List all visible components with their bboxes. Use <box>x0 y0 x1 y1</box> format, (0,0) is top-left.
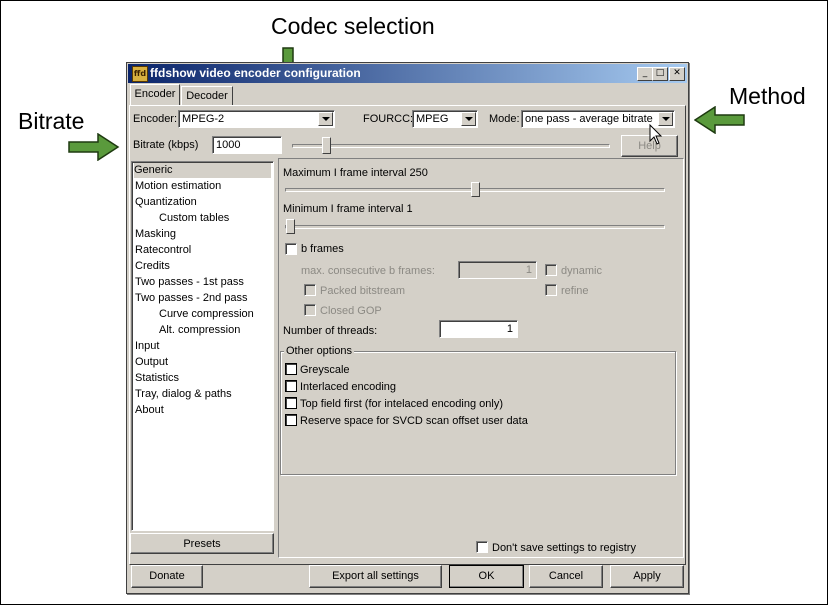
list-item[interactable]: Custom tables <box>159 211 229 226</box>
list-item[interactable]: Output <box>135 355 168 370</box>
dialog-window: ffd ffdshow video encoder configuration … <box>126 62 689 594</box>
greyscale-label: Greyscale <box>300 364 350 376</box>
annotation-codec-selection: Codec selection <box>271 13 435 39</box>
list-item[interactable]: Statistics <box>135 371 179 386</box>
list-item[interactable]: Tray, dialog & paths <box>135 387 232 402</box>
encoder-select-value: MPEG-2 <box>182 113 225 125</box>
bitrate-input[interactable]: 1000 <box>212 136 282 154</box>
minimize-icon[interactable]: _ <box>637 67 653 81</box>
encoder-label: Encoder: <box>133 113 178 125</box>
ok-button[interactable]: OK <box>449 565 524 588</box>
interlaced-label: Interlaced encoding <box>300 381 397 393</box>
tab-encoder[interactable]: Encoder <box>130 84 180 106</box>
list-item[interactable]: Generic <box>134 163 271 178</box>
min-i-frame-slider-thumb[interactable] <box>286 219 295 234</box>
list-item[interactable]: Two passes - 2nd pass <box>135 291 248 306</box>
refine-label: refine <box>561 285 589 297</box>
close-icon[interactable]: ✕ <box>669 67 685 81</box>
min-i-frame-label: Minimum I frame interval 1 <box>283 203 413 215</box>
cancel-button[interactable]: Cancel <box>529 565 603 588</box>
bitrate-slider-thumb[interactable] <box>322 137 331 154</box>
chevron-down-icon[interactable] <box>461 112 476 126</box>
list-item[interactable]: Input <box>135 339 159 354</box>
list-item[interactable]: Ratecontrol <box>135 243 191 258</box>
list-item[interactable]: Masking <box>135 227 176 242</box>
bitrate-slider-track[interactable] <box>292 144 610 148</box>
export-settings-button[interactable]: Export all settings <box>309 565 442 588</box>
packed-bitstream-checkbox[interactable] <box>304 284 316 296</box>
closed-gop-label: Closed GOP <box>320 305 382 317</box>
max-consecutive-b-label: max. consecutive b frames: <box>301 265 435 277</box>
greyscale-checkbox[interactable] <box>285 363 297 375</box>
list-item[interactable]: About <box>135 403 164 418</box>
title-bar[interactable]: ffd ffdshow video encoder configuration … <box>128 64 687 83</box>
svcd-reserve-checkbox[interactable] <box>285 414 297 426</box>
maximize-icon[interactable]: □ <box>652 67 668 81</box>
other-options-title: Other options <box>284 345 355 357</box>
threads-input[interactable]: 1 <box>439 320 518 338</box>
refine-checkbox[interactable] <box>545 284 557 296</box>
dynamic-label: dynamic <box>561 265 602 277</box>
dynamic-checkbox[interactable] <box>545 264 557 276</box>
list-item[interactable]: Two passes - 1st pass <box>135 275 244 290</box>
annotation-bitrate: Bitrate <box>18 108 85 134</box>
threads-input-value: 1 <box>506 323 513 335</box>
min-i-frame-slider-track[interactable] <box>285 225 665 229</box>
mode-label: Mode: <box>489 113 520 125</box>
dont-save-label: Don't save settings to registry <box>492 542 636 554</box>
list-item[interactable]: Alt. compression <box>159 323 240 338</box>
list-item[interactable]: Curve compression <box>159 307 254 322</box>
arrow-left-icon <box>694 106 745 134</box>
presets-button[interactable]: Presets <box>130 533 274 554</box>
top-field-first-label: Top field first (for intelaced encoding … <box>300 398 503 410</box>
arrow-right-icon <box>68 133 120 161</box>
max-consecutive-b-input[interactable]: 1 <box>458 261 537 279</box>
mouse-cursor-icon <box>649 124 663 145</box>
max-i-frame-label: Maximum I frame interval 250 <box>283 167 428 179</box>
tab-decoder[interactable]: Decoder <box>181 86 233 106</box>
top-field-first-checkbox[interactable] <box>285 397 297 409</box>
mode-select-value: one pass - average bitrate <box>525 113 653 125</box>
chevron-down-icon[interactable] <box>318 112 333 126</box>
encoder-select[interactable]: MPEG-2 <box>178 110 335 128</box>
b-frames-checkbox[interactable] <box>285 243 297 255</box>
packed-bitstream-label: Packed bitstream <box>320 285 405 297</box>
threads-label: Number of threads: <box>283 325 378 337</box>
fourcc-select-value: MPEG <box>416 113 449 125</box>
apply-button[interactable]: Apply <box>610 565 684 588</box>
bitrate-input-value: 1000 <box>216 139 241 151</box>
max-i-frame-slider-thumb[interactable] <box>471 182 480 197</box>
settings-list[interactable]: Generic Motion estimation Quantization C… <box>131 161 274 531</box>
list-item[interactable]: Quantization <box>135 195 197 210</box>
window-title: ffdshow video encoder configuration <box>150 66 361 80</box>
svcd-reserve-label: Reserve space for SVCD scan offset user … <box>300 415 528 427</box>
fourcc-select[interactable]: MPEG <box>412 110 478 128</box>
donate-button[interactable]: Donate <box>131 565 203 588</box>
b-frames-label: b frames <box>301 243 344 255</box>
closed-gop-checkbox[interactable] <box>304 304 316 316</box>
bitrate-label: Bitrate (kbps) <box>133 139 199 151</box>
interlaced-checkbox[interactable] <box>285 380 297 392</box>
max-consecutive-b-value: 1 <box>525 264 532 276</box>
list-item[interactable]: Motion estimation <box>135 179 221 194</box>
ffdshow-app-icon: ffd <box>132 66 148 82</box>
fourcc-label: FOURCC: <box>363 113 414 125</box>
dont-save-checkbox[interactable] <box>476 541 488 553</box>
list-item[interactable]: Credits <box>135 259 170 274</box>
